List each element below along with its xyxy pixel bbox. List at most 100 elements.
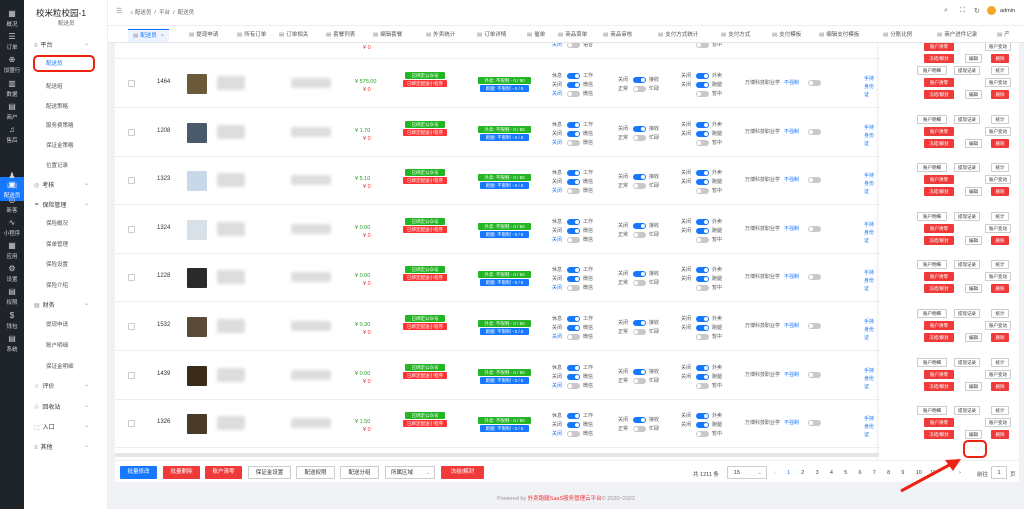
delete-button[interactable]: 删除 — [991, 430, 1009, 440]
menu-group[interactable]: ▤ 财务 ⌄ — [34, 300, 89, 309]
stats-button[interactable]: 统计 — [991, 66, 1009, 75]
account-detail-button[interactable]: 账户明细 — [917, 260, 947, 270]
tab-11[interactable]: ▤ 支付方式统计 — [653, 29, 703, 42]
pause-toggle[interactable] — [696, 91, 709, 97]
clear-account-button[interactable]: 账户清零 — [924, 418, 954, 428]
nav-item[interactable]: ▤ 权限 — [0, 287, 24, 307]
freeze-button[interactable]: 冻结/解封 — [924, 54, 954, 63]
busy-status-toggle[interactable] — [633, 183, 646, 190]
force-toggle[interactable] — [808, 80, 821, 86]
bulk-delete-button[interactable]: 批量删除 — [163, 466, 200, 479]
tab-12[interactable]: ▤ 支付方式 — [716, 29, 755, 42]
receive-order-toggle[interactable] — [633, 77, 646, 83]
receive-order-toggle[interactable] — [633, 174, 646, 181]
nav-item[interactable]: ∿ 小程序 — [0, 218, 24, 238]
stats-button[interactable]: 统计 — [991, 406, 1009, 416]
wechat-notify-toggle[interactable] — [567, 276, 580, 283]
work-status-toggle[interactable] — [567, 73, 580, 79]
pause-toggle[interactable] — [696, 334, 709, 340]
voice-toggle[interactable] — [567, 91, 580, 97]
delivery-group-button[interactable]: 配送分组 — [340, 466, 379, 479]
tab-13[interactable]: ▤ 支付模板 — [767, 29, 806, 42]
tab-0[interactable]: ▤ 配送员 × — [128, 29, 169, 42]
tab-4[interactable]: ▤ 套餐列表 — [321, 29, 360, 42]
breadcrumb-item[interactable]: 平台 — [159, 10, 170, 16]
tab-5[interactable]: ▤ 编辑套餐 — [368, 29, 407, 42]
takeout-switch-toggle[interactable] — [696, 316, 709, 322]
bulk-edit-button[interactable]: 批量修改 — [120, 466, 157, 479]
account-change-button[interactable]: 账户变动 — [985, 369, 1011, 379]
deposit-settings-button[interactable]: 保证金设置 — [248, 466, 291, 479]
pause-toggle[interactable] — [696, 188, 709, 195]
menu-item[interactable]: 保险概况 — [46, 219, 68, 227]
busy-status-toggle[interactable] — [633, 231, 646, 238]
freeze-button[interactable]: 冻结/解封 — [924, 138, 954, 148]
page-number[interactable]: 2 — [801, 470, 804, 476]
voice-toggle[interactable] — [567, 188, 580, 195]
busy-status-toggle[interactable] — [633, 280, 646, 287]
row-checkbox[interactable] — [128, 420, 135, 428]
freeze-button[interactable]: 冻结/解封 — [924, 381, 954, 391]
voice-toggle[interactable] — [567, 382, 580, 389]
edit-button[interactable]: 编辑 — [965, 90, 982, 99]
account-detail-button[interactable]: 账户明细 — [917, 406, 947, 416]
edit-button[interactable]: 编辑 — [965, 284, 982, 294]
errand-switch-toggle[interactable] — [696, 227, 709, 234]
account-change-button[interactable]: 账户变动 — [985, 272, 1011, 282]
tab-15[interactable]: ▤ 分账比例 — [878, 29, 917, 42]
work-status-toggle[interactable] — [567, 121, 580, 128]
pause-toggle[interactable] — [696, 285, 709, 292]
nav-item[interactable]: ♫ 售后 — [0, 125, 24, 145]
wechat-notify-toggle[interactable] — [567, 130, 580, 137]
clear-account-button[interactable]: 账户清零 — [205, 466, 242, 479]
delete-button[interactable]: 删除 — [991, 333, 1009, 342]
horizontal-scrollbar[interactable] — [115, 453, 879, 457]
id-card-link[interactable]: 手持身份证 — [864, 415, 878, 439]
account-detail-button[interactable]: 账户明细 — [917, 114, 947, 124]
busy-status-toggle[interactable] — [633, 86, 646, 92]
page-number[interactable]: 5 — [844, 470, 847, 476]
work-status-toggle[interactable] — [567, 364, 580, 371]
row-checkbox[interactable] — [128, 274, 135, 282]
force-toggle[interactable] — [808, 177, 821, 184]
close-icon[interactable]: × — [161, 33, 164, 39]
freeze-button[interactable]: 冻结/解封 — [924, 333, 954, 342]
errand-switch-toggle[interactable] — [696, 82, 709, 88]
id-card-link[interactable]: 手持身份证 — [864, 124, 878, 148]
nav-item[interactable]: ◎ 新客 — [0, 195, 24, 215]
pause-toggle[interactable] — [696, 431, 709, 438]
receive-order-toggle[interactable] — [633, 222, 646, 229]
voice-toggle[interactable] — [567, 334, 580, 340]
menu-group[interactable]: ≡ 平台 ⌄ — [34, 40, 89, 49]
user-name[interactable]: admin — [1000, 8, 1015, 14]
collapse-icon[interactable]: ☰ — [116, 7, 122, 15]
work-status-toggle[interactable] — [567, 316, 580, 322]
nav-item[interactable]: ☰ 订单 — [0, 32, 24, 52]
page-input[interactable]: 1 — [991, 466, 1007, 479]
page-number[interactable]: 4 — [830, 470, 833, 476]
pause-toggle[interactable] — [696, 43, 709, 48]
withdraw-record-button[interactable]: 提现记录 — [954, 211, 980, 221]
row-checkbox[interactable] — [128, 80, 135, 87]
prev-page-icon[interactable]: ‹ — [774, 470, 776, 476]
stats-button[interactable]: 统计 — [991, 211, 1009, 221]
takeout-switch-toggle[interactable] — [696, 267, 709, 274]
edit-button[interactable]: 编辑 — [965, 138, 982, 148]
nav-item[interactable]: ⊕ 加盟行 — [0, 55, 24, 75]
stats-button[interactable]: 统计 — [991, 163, 1009, 173]
tab-9[interactable]: ▤ 商品菜单 — [553, 29, 592, 42]
breadcrumb-item[interactable]: 配送员 — [135, 10, 152, 16]
work-status-toggle[interactable] — [567, 413, 580, 420]
account-change-button[interactable]: 账户变动 — [985, 223, 1011, 233]
refresh-icon[interactable]: ↻ — [974, 7, 980, 15]
pause-toggle[interactable] — [696, 382, 709, 389]
takeout-switch-toggle[interactable] — [696, 121, 709, 128]
takeout-switch-toggle[interactable] — [696, 170, 709, 177]
account-detail-button[interactable]: 账户明细 — [917, 357, 947, 367]
voice-toggle[interactable] — [567, 139, 580, 146]
account-change-button[interactable]: 账户变动 — [985, 126, 1011, 136]
row-checkbox[interactable] — [128, 225, 135, 233]
errand-switch-toggle[interactable] — [696, 373, 709, 380]
withdraw-record-button[interactable]: 提现记录 — [954, 114, 980, 124]
errand-switch-toggle[interactable] — [696, 130, 709, 137]
